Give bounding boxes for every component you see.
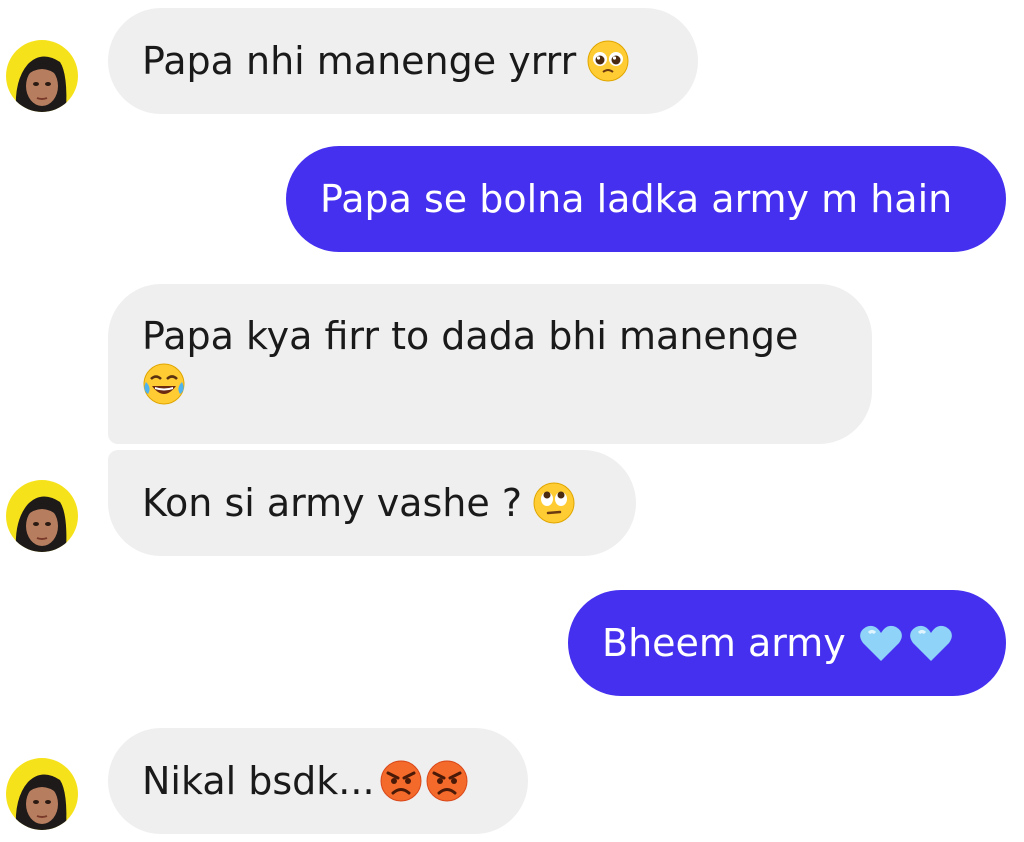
angry-face-emoji-icon [379,759,423,803]
chat-screen: { "messages": [ {"sender": "them", "text… [0,0,1024,842]
message-bubble-incoming[interactable]: Kon si army vashe ? [108,450,636,556]
message-text: Papa kya firr to dada bhi manenge [142,314,799,358]
blue-heart-emoji-icon [858,621,904,665]
message-text: Bheem army [602,621,846,665]
eye-roll-emoji-icon [532,481,576,525]
contact-avatar[interactable] [6,40,78,112]
message-bubble-incoming[interactable]: Papa nhi manenge yrrr [108,8,698,114]
contact-avatar[interactable] [6,480,78,552]
message-bubble-incoming[interactable]: Nikal bsdk... [108,728,528,834]
joy-emoji-icon [142,362,186,406]
pleading-face-emoji-icon [586,39,630,83]
message-bubble-incoming[interactable]: Papa kya firr to dada bhi manenge [108,284,872,444]
message-text: Papa nhi manenge yrrr [142,39,577,83]
contact-avatar[interactable] [6,758,78,830]
message-text: Nikal bsdk... [142,759,375,803]
blue-heart-emoji-icon [908,621,954,665]
message-bubble-outgoing[interactable]: Bheem army [568,590,1006,696]
message-text: Papa se bolna ladka army m hain [320,177,953,221]
message-text: Kon si army vashe ? [142,481,522,525]
angry-face-emoji-icon [425,759,469,803]
message-bubble-outgoing[interactable]: Papa se bolna ladka army m hain [286,146,1006,252]
